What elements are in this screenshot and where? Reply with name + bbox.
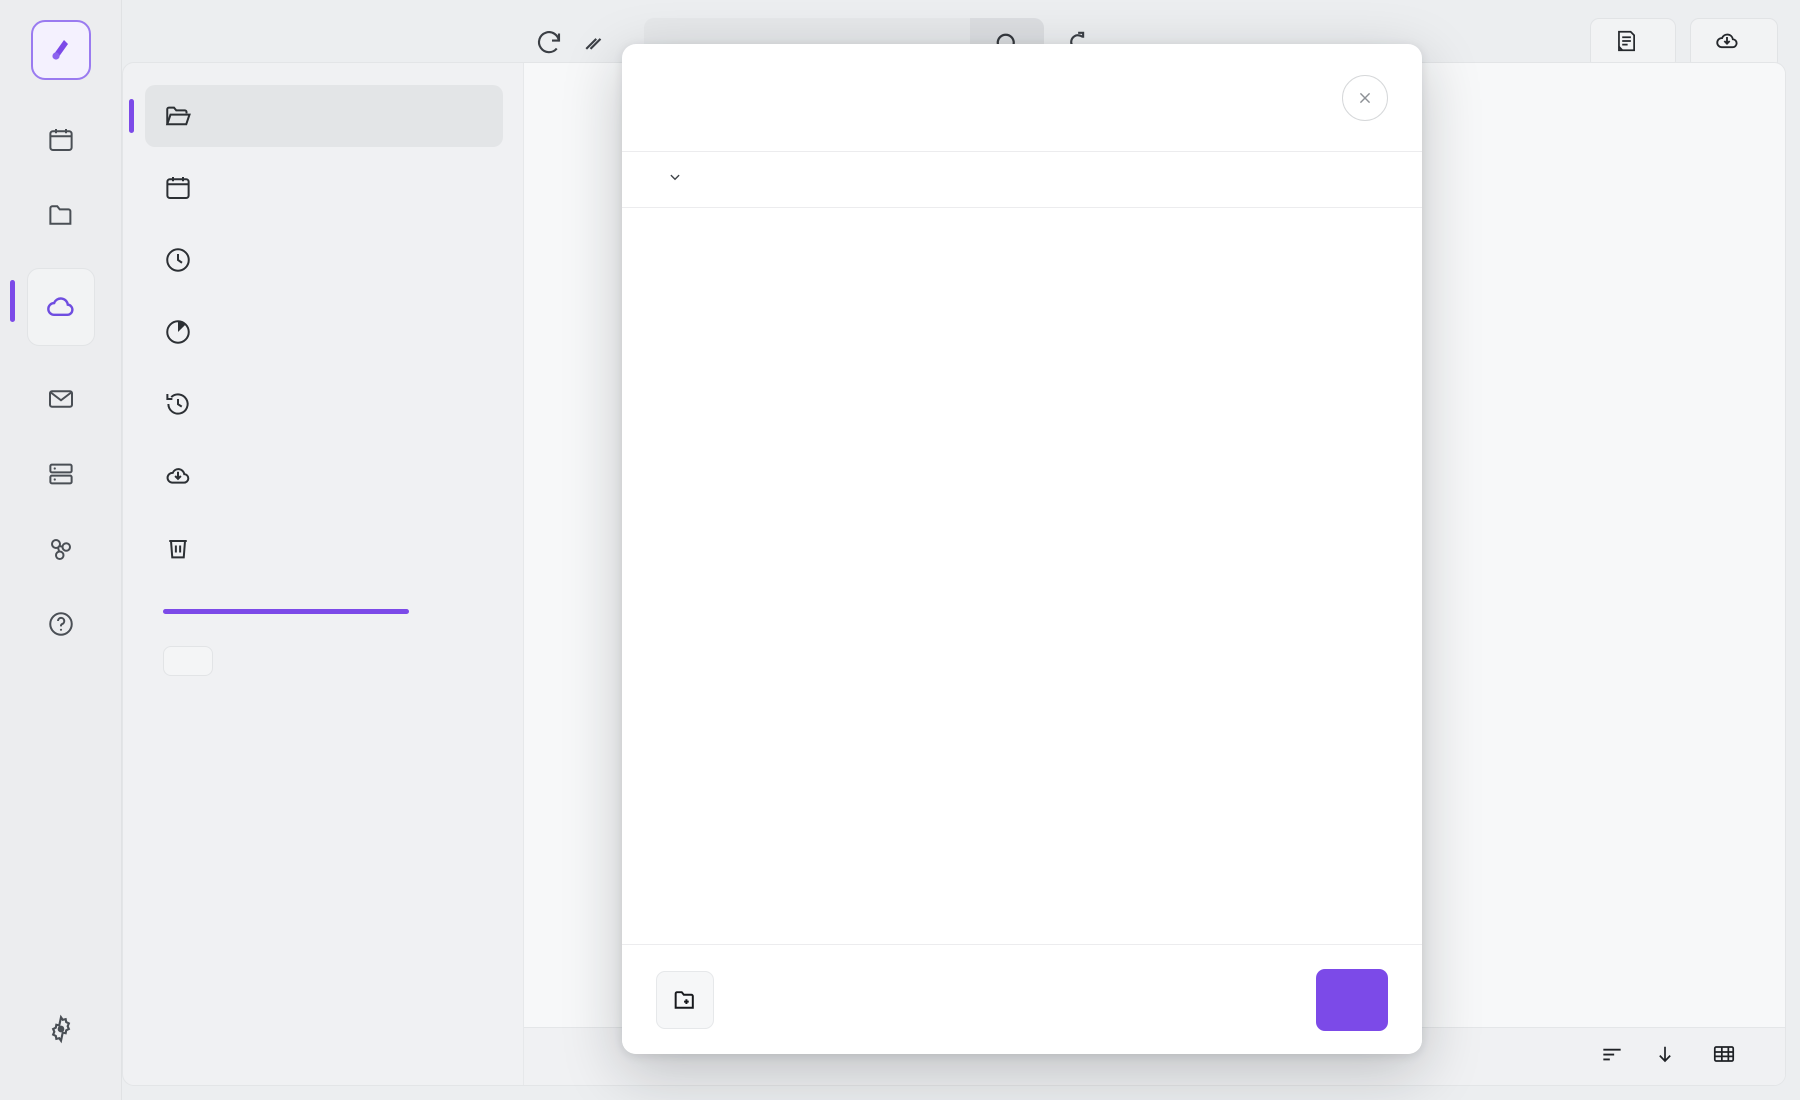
rail-icon-wrap [27, 452, 95, 496]
left-rail [0, 0, 122, 1100]
dialog-header [622, 44, 1422, 152]
envelope-icon [44, 382, 78, 416]
move-dialog [622, 44, 1422, 1054]
rail-items [0, 104, 121, 663]
new-folder-icon [674, 990, 694, 1009]
active-indicator [10, 280, 15, 322]
folder-icon [44, 198, 78, 232]
modal-overlay [122, 0, 1800, 1100]
rail-icon-wrap [26, 268, 95, 346]
rail-item-evenementen[interactable] [0, 104, 121, 179]
folder-list[interactable] [622, 208, 1422, 944]
rail-icon-wrap [27, 118, 95, 162]
rail-icon-wrap [27, 1007, 95, 1051]
rail-item-widgets[interactable] [0, 438, 121, 513]
app-logo[interactable] [30, 20, 91, 80]
main-area [122, 0, 1800, 1100]
rail-icon-wrap [27, 602, 95, 646]
rail-item-integraties[interactable] [0, 513, 121, 588]
widgets-icon [44, 457, 78, 491]
dialog-footer [622, 944, 1422, 1054]
rail-item-documenten[interactable] [0, 179, 121, 254]
help-circle-icon [44, 607, 78, 641]
rail-item-instellingen[interactable] [0, 993, 121, 1068]
rail-item-help[interactable] [0, 588, 121, 663]
chevron-down-icon [666, 168, 684, 192]
integrations-icon [44, 532, 78, 566]
calendar-icon [44, 123, 78, 157]
breadcrumb[interactable] [622, 152, 1422, 208]
rail-item-brieven[interactable] [0, 363, 121, 438]
close-icon [1359, 92, 1371, 103]
app-root [0, 0, 1800, 1100]
rail-icon-wrap [27, 377, 95, 421]
drive-logo-icon [51, 40, 68, 60]
rail-icon-wrap [27, 193, 95, 237]
new-folder-button[interactable] [656, 970, 714, 1029]
cloud-icon [44, 290, 78, 324]
move-here-button[interactable] [1316, 968, 1388, 1031]
close-button[interactable] [1342, 74, 1388, 121]
breadcrumb-current[interactable] [656, 168, 684, 192]
rail-icon-wrap [27, 527, 95, 571]
gear-icon [44, 1012, 78, 1046]
rail-item-drive[interactable] [0, 254, 121, 363]
